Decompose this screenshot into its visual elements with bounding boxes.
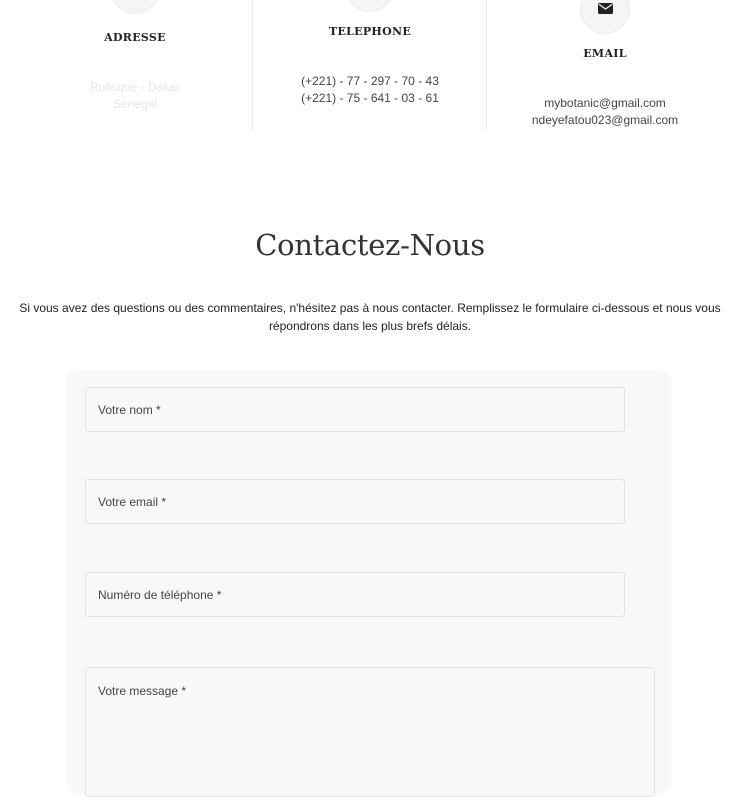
phone-column: TELEPHONE (+221) - 77 - 297 - 70 - 43 (+… xyxy=(252,0,487,130)
contact-title: Contactez-Nous xyxy=(255,228,485,262)
email-title: EMAIL xyxy=(583,47,627,60)
email-field[interactable] xyxy=(85,479,625,524)
contact-info-row: ADRESSE Rufisque - Dakar Senegal TELEPHO… xyxy=(18,0,722,130)
address-title: ADRESSE xyxy=(104,31,166,44)
envelope-icon xyxy=(598,3,613,14)
phone-line-1[interactable]: (+221) - 77 - 297 - 70 - 43 xyxy=(253,73,487,90)
email-line-2[interactable]: ndeyefatou023@gmail.com xyxy=(487,112,723,129)
address-column: ADRESSE Rufisque - Dakar Senegal xyxy=(18,0,252,130)
name-field[interactable] xyxy=(85,387,625,432)
envelope-icon-circle xyxy=(580,0,630,34)
phone-text: (+221) - 77 - 297 - 70 - 43 (+221) - 75 … xyxy=(253,73,487,107)
email-text: mybotanic@gmail.com ndeyefatou023@gmail.… xyxy=(487,95,723,129)
phone-title: TELEPHONE xyxy=(328,25,412,38)
contact-intro: Si vous avez des questions ou des commen… xyxy=(19,301,721,333)
email-line-1[interactable]: mybotanic@gmail.com xyxy=(487,95,723,112)
address-text: Rufisque - Dakar Senegal xyxy=(18,79,252,113)
phone-field[interactable] xyxy=(85,572,625,617)
message-field[interactable] xyxy=(85,667,655,797)
location-icon xyxy=(110,0,160,14)
address-line-1: Rufisque - Dakar xyxy=(89,80,181,94)
phone-icon xyxy=(345,0,395,12)
address-line-2: Senegal xyxy=(112,97,158,111)
phone-line-2[interactable]: (+221) - 75 - 641 - 03 - 61 xyxy=(253,90,487,107)
email-column: EMAIL mybotanic@gmail.com ndeyefatou023@… xyxy=(486,0,723,130)
contact-form xyxy=(69,371,669,797)
